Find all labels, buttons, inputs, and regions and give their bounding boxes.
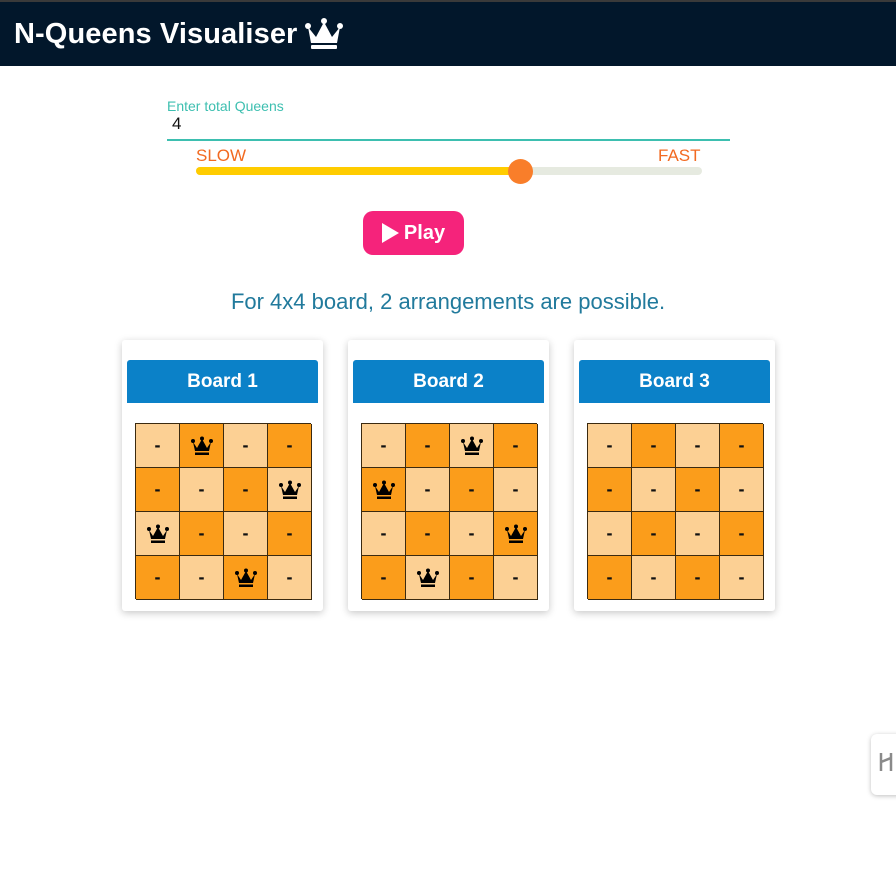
chess-board: ---------------- <box>587 423 764 600</box>
play-icon <box>381 223 399 243</box>
board-cell: - <box>224 424 268 468</box>
board-cell: - <box>224 512 268 556</box>
app-title: N-Queens Visualiser <box>14 17 298 50</box>
board-cell: - <box>676 512 720 556</box>
board-cell: - <box>180 468 224 512</box>
board-card: Board 1------------ <box>122 340 323 611</box>
board-card: Board 3---------------- <box>574 340 775 611</box>
board-cell: - <box>180 512 224 556</box>
speed-fast-label: FAST <box>658 146 701 165</box>
board-cell: - <box>136 468 180 512</box>
board-cell: - <box>494 468 538 512</box>
queen-icon <box>224 556 268 600</box>
board-cell: - <box>720 556 764 600</box>
board-cell: - <box>268 512 312 556</box>
board-cell: - <box>268 424 312 468</box>
board-title: Board 1 <box>127 360 318 403</box>
board-cell: - <box>632 424 676 468</box>
board-cell: - <box>720 512 764 556</box>
queens-input-value[interactable]: 4 <box>172 114 181 134</box>
board-cell: - <box>136 424 180 468</box>
speed-slow-label: SLOW <box>196 146 247 165</box>
board-cell: - <box>720 424 764 468</box>
app-bar: N-Queens Visualiser <box>0 0 896 66</box>
chess-board: ------------ <box>361 423 538 600</box>
queen-icon <box>180 424 224 468</box>
board-cell: - <box>268 556 312 600</box>
board-cell: - <box>588 468 632 512</box>
play-button-label: Play <box>403 221 446 244</box>
queen-icon <box>362 468 406 512</box>
chess-board: ------------ <box>135 423 312 600</box>
board-cell: - <box>406 512 450 556</box>
board-cell: - <box>136 556 180 600</box>
board-cell: - <box>494 556 538 600</box>
queen-icon <box>450 424 494 468</box>
board-cell: - <box>450 556 494 600</box>
board-cell: - <box>224 468 268 512</box>
board-cell: - <box>406 424 450 468</box>
board-cell: - <box>632 556 676 600</box>
board-cell: - <box>588 512 632 556</box>
board-cell: - <box>362 556 406 600</box>
play-button[interactable]: Play <box>363 211 464 255</box>
board-cell: - <box>494 424 538 468</box>
queen-icon <box>406 556 450 600</box>
board-cell: - <box>676 424 720 468</box>
queens-input-field[interactable]: Enter total Queens 4 <box>167 96 730 141</box>
board-cell: - <box>450 468 494 512</box>
board-cell: - <box>676 556 720 600</box>
queen-icon <box>136 512 180 556</box>
queen-icon <box>268 468 312 512</box>
side-handle-widget[interactable] <box>871 734 896 795</box>
board-cell: - <box>676 468 720 512</box>
board-cell: - <box>720 468 764 512</box>
board-cell: - <box>588 424 632 468</box>
crown-icon <box>305 18 344 50</box>
board-cell: - <box>362 512 406 556</box>
board-cell: - <box>632 512 676 556</box>
board-title: Board 2 <box>353 360 544 403</box>
speed-slider-fill <box>196 167 520 175</box>
board-cell: - <box>450 512 494 556</box>
queens-input-label: Enter total Queens <box>167 98 284 114</box>
board-title: Board 3 <box>579 360 770 403</box>
queen-icon <box>494 512 538 556</box>
handle-icon <box>877 749 895 780</box>
board-cell: - <box>632 468 676 512</box>
board-cell: - <box>362 424 406 468</box>
board-card: Board 2------------ <box>348 340 549 611</box>
board-cell: - <box>180 556 224 600</box>
board-cell: - <box>588 556 632 600</box>
speed-slider-track[interactable] <box>196 167 702 175</box>
speed-slider-thumb[interactable] <box>507 159 533 184</box>
board-cell: - <box>406 468 450 512</box>
result-summary: For 4x4 board, 2 arrangements are possib… <box>230 289 666 314</box>
